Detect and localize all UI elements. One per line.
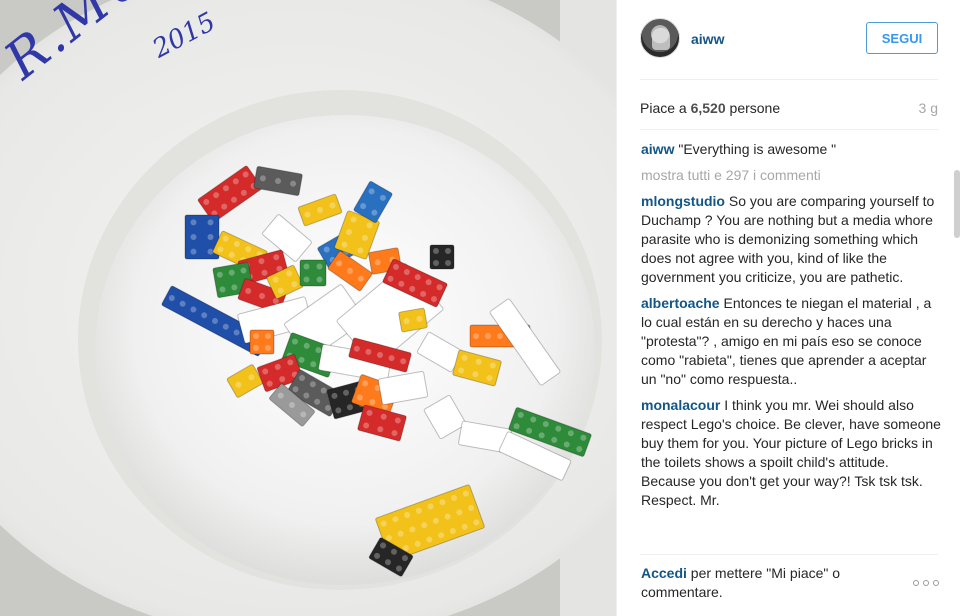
lego-stud: [207, 219, 214, 226]
lego-stud: [316, 276, 323, 283]
comment-username[interactable]: mlongstudio: [641, 193, 725, 209]
dot-icon: [933, 580, 939, 586]
lego-stud: [253, 345, 259, 351]
lego-stud: [190, 234, 197, 240]
post-time[interactable]: 3 g: [919, 100, 938, 116]
lego-stud: [265, 345, 271, 351]
likes-prefix: Piace a: [640, 100, 691, 116]
lego-stud: [433, 248, 439, 254]
follow-button[interactable]: SEGUI: [866, 22, 938, 54]
lego-stud: [253, 333, 259, 339]
lego-stud: [445, 248, 451, 254]
comment-item: mlongstudio So you are comparing yoursel…: [641, 192, 941, 287]
avatar[interactable]: [640, 18, 680, 58]
caption-username[interactable]: aiww: [641, 141, 674, 157]
caption: aiww "Everything is awesome ": [641, 140, 941, 159]
dot-icon: [923, 580, 929, 586]
lego-brick: [299, 259, 327, 287]
likes-divider: [640, 129, 938, 130]
lego-stud: [303, 263, 310, 270]
lego-stud: [303, 276, 310, 283]
comments-list[interactable]: aiww "Everything is awesome " mostra tut…: [641, 140, 941, 550]
more-options-icon[interactable]: [913, 578, 939, 588]
comment-username[interactable]: albertoache: [641, 295, 720, 311]
lego-stud: [445, 260, 451, 266]
likes-row: Piace a 6,520 persone 3 g: [640, 100, 938, 116]
login-prompt: Accedi per mettere "Mi piace" o commenta…: [641, 564, 871, 602]
comment-username[interactable]: monalacour: [641, 397, 720, 413]
lego-stud: [316, 263, 323, 270]
lego-brick: [398, 307, 428, 333]
author-username[interactable]: aiww: [691, 31, 724, 47]
likes-count[interactable]: 6,520: [691, 100, 726, 116]
lego-stud: [265, 333, 271, 339]
lego-stud: [433, 260, 439, 266]
footer-divider: [640, 554, 938, 555]
lego-stud: [207, 234, 214, 240]
likes-suffix: persone: [725, 100, 781, 116]
lego-brick: [429, 244, 455, 270]
comments-scrollbar[interactable]: [954, 170, 960, 238]
lego-stud: [497, 333, 503, 339]
post-header: aiww SEGUI: [640, 18, 938, 62]
caption-text: "Everything is awesome ": [678, 141, 837, 157]
dot-icon: [913, 580, 919, 586]
comment-item: albertoache Entonces te niegan el materi…: [641, 294, 941, 389]
comment-text: I think you mr. Wei should also respect …: [641, 397, 941, 508]
show-all-comments-link[interactable]: mostra tutti e 297 i commenti: [641, 166, 941, 185]
lego-stud: [190, 248, 197, 255]
lego-stud: [485, 333, 491, 339]
lego-stud: [190, 219, 197, 226]
post-photo: R.MUTT 2015: [0, 0, 616, 616]
toilet-bowl-illustration: [0, 0, 616, 616]
lego-stud: [473, 333, 479, 339]
login-link[interactable]: Accedi: [641, 565, 687, 581]
lego-brick: [249, 329, 275, 355]
comment-item: monalacour I think you mr. Wei should al…: [641, 396, 941, 510]
header-divider: [640, 79, 938, 80]
